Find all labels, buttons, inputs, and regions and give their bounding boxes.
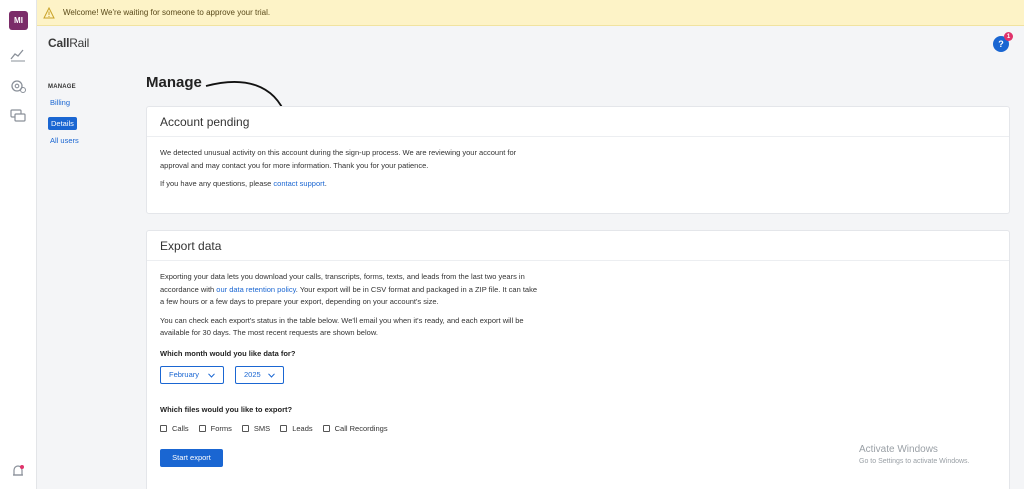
account-pending-title: Account pending bbox=[147, 107, 1009, 137]
checkbox-box[interactable] bbox=[322, 425, 330, 433]
start-export-button[interactable]: Start export bbox=[160, 449, 223, 467]
checkbox-box[interactable] bbox=[198, 425, 206, 433]
checkbox-label: SMS bbox=[253, 423, 271, 433]
chat-icon[interactable] bbox=[9, 106, 27, 124]
help-badge: 1 bbox=[1004, 32, 1013, 41]
callrail-logo[interactable]: CallRail bbox=[48, 36, 89, 50]
contact-support-link[interactable]: contact support bbox=[273, 179, 324, 188]
page-title: Manage bbox=[146, 74, 202, 91]
manage-subnav: MANAGE Billing Details All users bbox=[48, 84, 128, 151]
watermark-title: Activate Windows bbox=[859, 444, 938, 455]
subnav-item-billing[interactable]: Billing bbox=[48, 96, 128, 109]
month-select[interactable]: February bbox=[160, 366, 224, 384]
export-status-info: You can check each export's status in th… bbox=[160, 315, 524, 338]
year-select[interactable]: 2025 bbox=[235, 366, 284, 384]
logo-text-call: Call bbox=[48, 36, 70, 50]
checkbox-forms[interactable]: Forms bbox=[198, 423, 232, 436]
logo-text-rail: Rail bbox=[69, 36, 90, 50]
checkbox-box[interactable] bbox=[280, 425, 288, 433]
banner-text: Welcome! We're waiting for someone to ap… bbox=[63, 8, 271, 17]
notification-bell-icon[interactable] bbox=[9, 462, 27, 480]
checkbox-call-recordings[interactable]: Call Recordings bbox=[322, 423, 388, 436]
chevron-down-icon bbox=[268, 372, 275, 378]
month-select-value: February bbox=[169, 369, 200, 379]
account-pending-message: We detected unusual activity on this acc… bbox=[160, 148, 517, 170]
subnav-heading: MANAGE bbox=[48, 84, 76, 90]
month-question: Which month would you like data for? bbox=[160, 348, 296, 358]
checkbox-label: Leads bbox=[292, 423, 313, 433]
support-prefix: If you have any questions, please bbox=[160, 179, 274, 188]
data-retention-policy-link[interactable]: our data retention policy bbox=[216, 285, 296, 294]
subnav-item-all-users[interactable]: All users bbox=[48, 134, 128, 147]
account-pending-card: Account pending We detected unusual acti… bbox=[146, 106, 1010, 214]
checkbox-label: Calls bbox=[172, 423, 189, 433]
checkbox-box[interactable] bbox=[241, 425, 249, 433]
checkbox-calls[interactable]: Calls bbox=[160, 423, 189, 436]
export-data-title: Export data bbox=[147, 231, 1009, 261]
checkbox-sms[interactable]: SMS bbox=[241, 423, 271, 436]
checkbox-label: Call Recordings bbox=[334, 423, 388, 433]
chart-icon[interactable] bbox=[9, 46, 27, 64]
files-question: Which files would you like to export? bbox=[160, 405, 293, 414]
trial-banner: Welcome! We're waiting for someone to ap… bbox=[37, 0, 1024, 26]
left-rail: MI bbox=[0, 0, 37, 489]
year-select-value: 2025 bbox=[244, 369, 261, 379]
checkbox-leads[interactable]: Leads bbox=[280, 423, 313, 436]
activate-windows-watermark: Activate Windows Go to Settings to activ… bbox=[859, 444, 970, 465]
checkbox-box[interactable] bbox=[160, 425, 167, 433]
watermark-subtitle: Go to Settings to activate Windows. bbox=[859, 458, 970, 465]
help-icon: ? bbox=[998, 39, 1004, 49]
warning-icon bbox=[43, 6, 55, 18]
account-pending-support: If you have any questions, please contac… bbox=[160, 178, 540, 191]
export-intro: Exporting your data lets you download yo… bbox=[160, 271, 540, 309]
checkbox-label: Forms bbox=[210, 423, 232, 433]
help-button[interactable]: ? 1 bbox=[993, 32, 1013, 52]
support-suffix: . bbox=[324, 179, 327, 188]
subnav-item-details[interactable]: Details bbox=[48, 117, 77, 130]
chevron-down-icon bbox=[208, 372, 215, 378]
avatar[interactable]: MI bbox=[9, 11, 28, 30]
settings-gear-icon[interactable] bbox=[9, 77, 27, 95]
